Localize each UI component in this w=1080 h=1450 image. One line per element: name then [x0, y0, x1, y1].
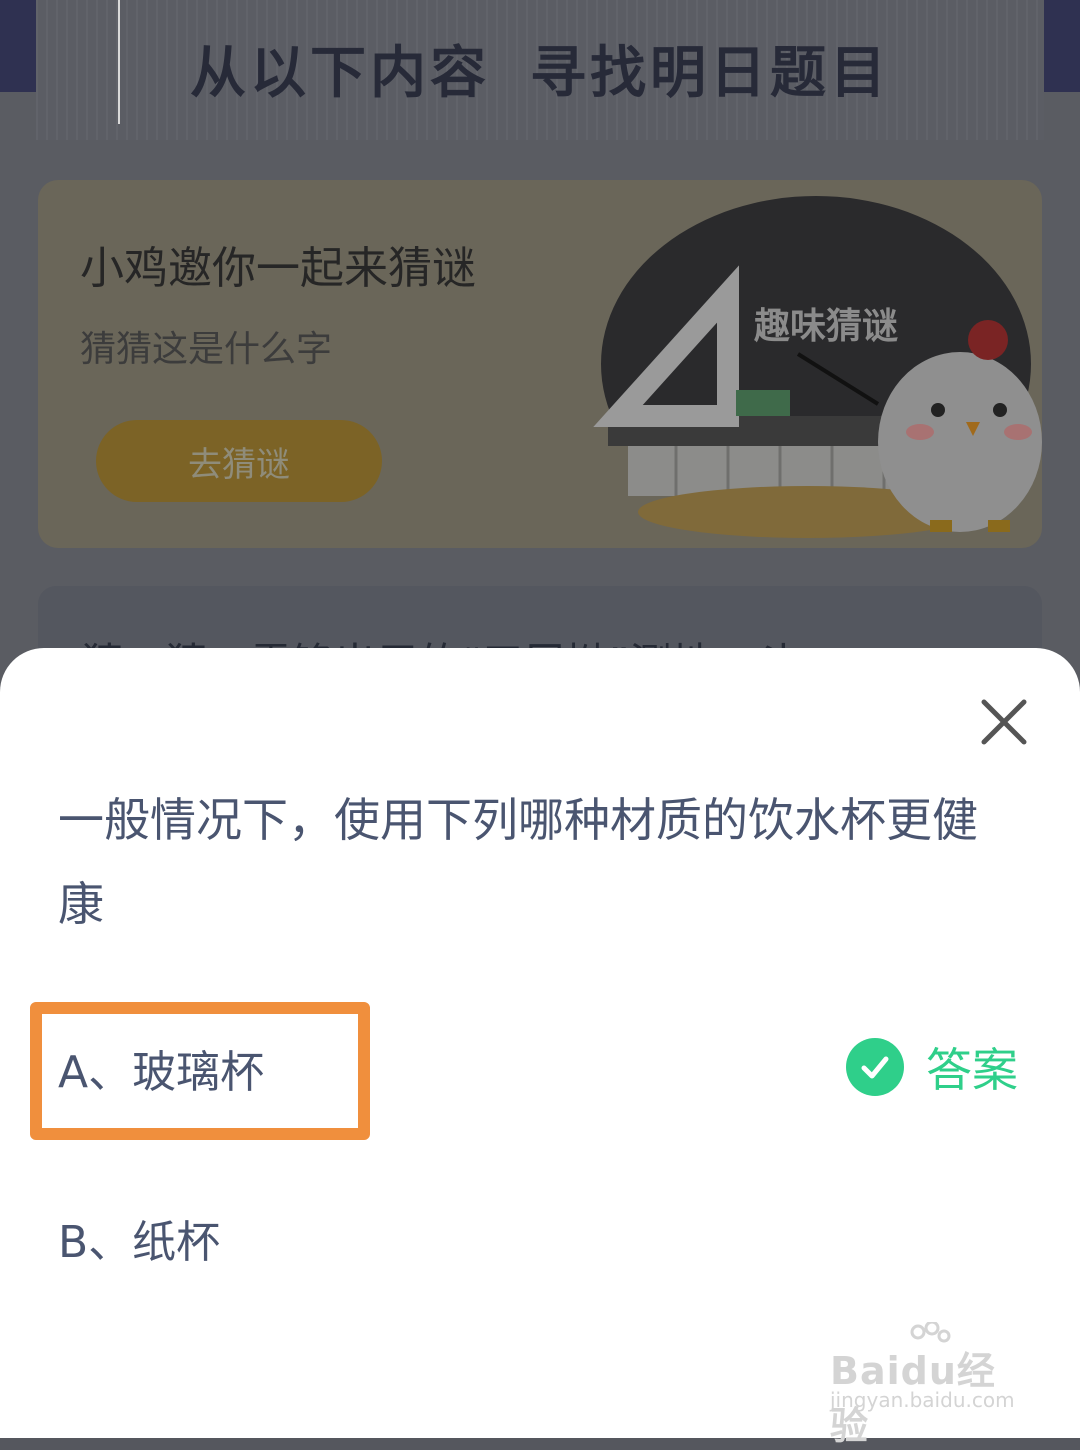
watermark-url-text: jingyan.baidu.com — [830, 1388, 1015, 1412]
answer-label: 答案 — [926, 1043, 1018, 1097]
section-heading-right: 寻找明日题目 — [530, 41, 890, 106]
riddle-card-title: 小鸡邀你一起来猜谜 — [80, 243, 476, 294]
section-heading: 从以下内容 寻找明日题目 — [0, 28, 1080, 109]
correct-answer-tag: 答案 — [846, 1034, 1018, 1100]
close-icon — [981, 699, 1027, 745]
option-b[interactable]: B、纸杯 — [58, 1206, 220, 1270]
baidu-jingyan-watermark: Baidu经验 jingyan.baidu.com — [830, 1322, 1030, 1448]
checkmark-icon — [846, 1038, 904, 1096]
close-button[interactable] — [974, 692, 1034, 752]
riddle-card: 小鸡邀你一起来猜谜 猜猜这是什么字 去猜谜 趣味猜谜 — [38, 180, 1042, 548]
question-text: 一般情况下，使用下列哪种材质的饮水杯更健康 — [58, 793, 978, 931]
option-a[interactable]: A、玻璃杯 — [58, 1036, 264, 1100]
illustration-title: 趣味猜谜 — [754, 306, 898, 347]
go-guess-button[interactable]: 去猜谜 — [96, 420, 382, 502]
section-heading-left: 从以下内容 — [190, 41, 490, 106]
riddle-card-subtitle: 猜猜这是什么字 — [80, 329, 333, 370]
chick-blackboard-illustration: 趣味猜谜 — [593, 196, 1042, 538]
